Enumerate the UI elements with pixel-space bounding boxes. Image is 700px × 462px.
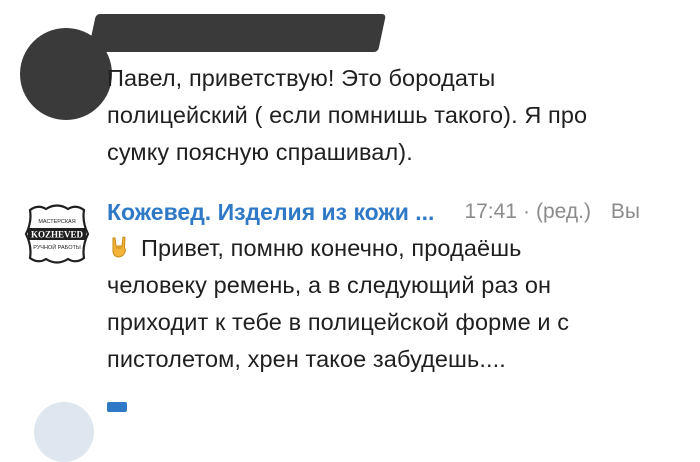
redacted-sender-name: [87, 14, 387, 52]
message-line: полицейский ( если помнишь такого). Я пр…: [107, 102, 588, 128]
message-time: 17:41: [464, 200, 517, 223]
sender-name[interactable]: Кожевед. Изделия из кожи ...: [107, 199, 434, 226]
leather-hide-logo-icon: МАСТЕРСКАЯ KOZHEVED РУЧНОЙ РАБОТЫ: [24, 204, 90, 264]
logo-brand-text: KOZHEVED: [31, 230, 84, 240]
meta-separator: ·: [523, 200, 530, 223]
message-line-text: Привет, помню конечно, продаёшь: [141, 235, 522, 261]
reply-label[interactable]: Вы: [611, 200, 640, 223]
logo-bottom-text: РУЧНОЙ РАБОТЫ: [33, 243, 81, 251]
message-line: приходит к тебе в полицейской форме и с: [107, 309, 570, 335]
message-line: Привет, помню конечно, продаёшь: [107, 230, 569, 267]
message-line: Павел, приветствую! Это бородаты: [107, 65, 496, 91]
next-message-sender-fragment: [107, 402, 127, 412]
edited-label: (ред.): [536, 200, 591, 223]
logo-top-text: МАСТЕРСКАЯ: [38, 219, 75, 225]
next-message-avatar[interactable]: [34, 402, 94, 462]
message-meta: 17:41 · (ред.) Вы: [464, 200, 640, 224]
message-1-text: Павел, приветствую! Это бородаты полицей…: [107, 60, 587, 171]
message-line: сумку поясную спрашивал).: [107, 139, 413, 165]
message-2-text: Привет, помню конечно, продаёшь человеку…: [107, 230, 569, 378]
message-line: пистолетом, хрен такое забудешь....: [107, 346, 506, 372]
message-line: человеку ремень, а в следующий раз он: [107, 272, 552, 298]
kozheved-logo-avatar[interactable]: МАСТЕРСКАЯ KOZHEVED РУЧНОЙ РАБОТЫ: [16, 194, 98, 276]
rock-on-hand-icon: [112, 236, 126, 258]
message-2-header: Кожевед. Изделия из кожи ... 17:41 · (ред.…: [107, 194, 640, 230]
